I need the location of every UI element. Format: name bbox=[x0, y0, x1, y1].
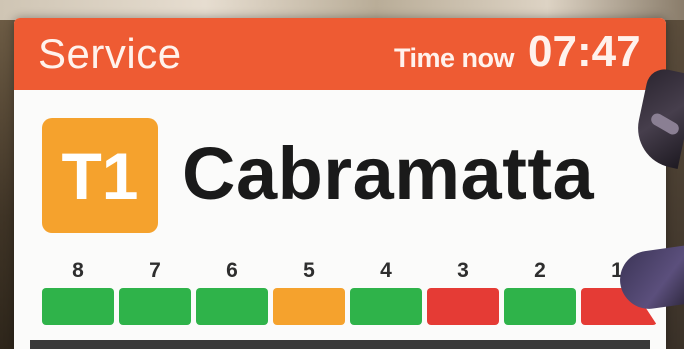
car-number-7: 7 bbox=[149, 259, 161, 282]
service-display-board: Service Time now 07:47 T1 Cabramatta 8 7 6… bbox=[14, 18, 666, 349]
time-now-value: 07:47 bbox=[528, 27, 641, 76]
car-occupancy-bar-4 bbox=[350, 288, 422, 325]
car-number-3: 3 bbox=[457, 259, 469, 282]
footer-strip bbox=[30, 340, 650, 349]
car-number-2: 2 bbox=[534, 259, 546, 282]
car-number-5: 5 bbox=[303, 259, 315, 282]
car-occupancy-bar-6 bbox=[196, 288, 268, 325]
car-number-6: 6 bbox=[226, 259, 238, 282]
line-badge: T1 bbox=[42, 118, 158, 233]
car-occupancy-bar-5 bbox=[273, 288, 345, 325]
car-occupancy-bar-8 bbox=[42, 288, 114, 325]
car-number-8: 8 bbox=[72, 259, 84, 282]
station-name: Cabramatta bbox=[182, 132, 595, 215]
service-header: Service Time now 07:47 bbox=[14, 18, 666, 90]
car-occupancy-bar-3 bbox=[427, 288, 499, 325]
service-title: Service bbox=[38, 30, 182, 77]
car-occupancy-bar-7 bbox=[119, 288, 191, 325]
car-number-4: 4 bbox=[380, 259, 392, 282]
time-now-label: Time now bbox=[394, 43, 515, 73]
line-code: T1 bbox=[61, 138, 139, 213]
car-occupancy-bar-2 bbox=[504, 288, 576, 325]
